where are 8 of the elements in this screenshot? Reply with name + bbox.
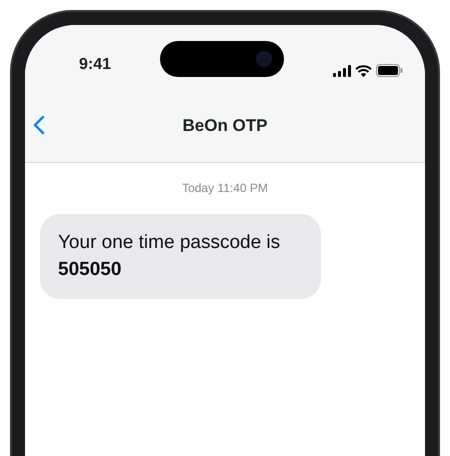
battery-icon <box>376 64 403 77</box>
message-timestamp: Today 11:40 PM <box>182 180 268 197</box>
message-bubble: Your one time passcode is 505050 <box>40 214 321 300</box>
back-icon[interactable] <box>33 115 45 135</box>
wifi-icon <box>355 64 372 76</box>
status-time: 9:41 <box>79 55 112 75</box>
signal-icon <box>333 64 351 76</box>
contact-title: BeOn OTP <box>182 115 268 138</box>
